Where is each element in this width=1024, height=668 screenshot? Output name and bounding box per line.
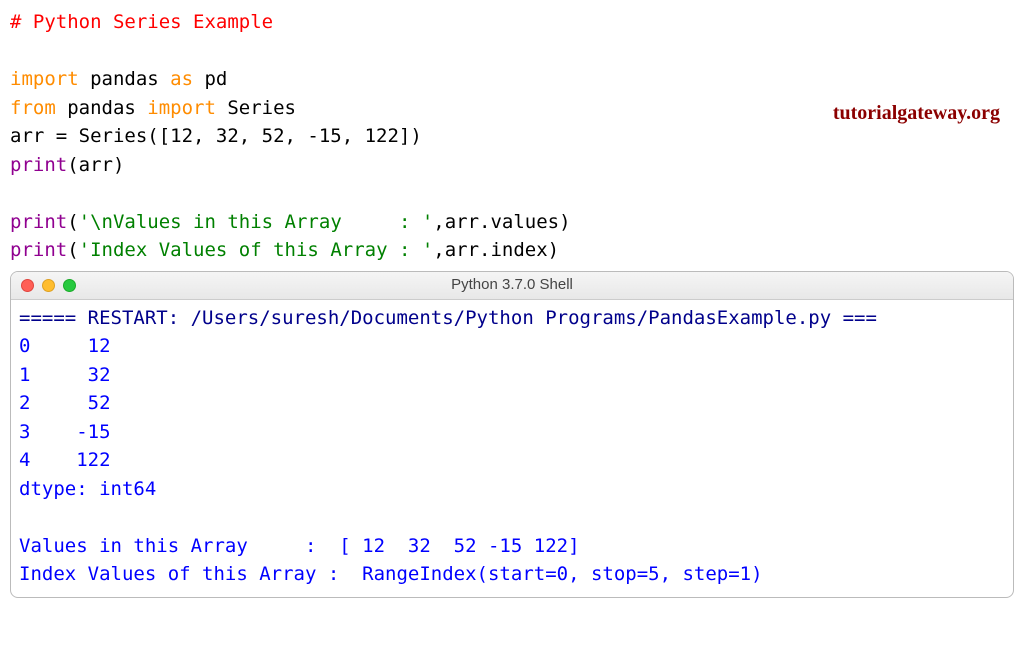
fn-print: print — [10, 154, 67, 176]
code-line-print-index: print('Index Values of this Array : ',ar… — [10, 236, 1014, 265]
blank-line — [10, 37, 1014, 66]
output-row: 2 52 — [19, 389, 1005, 418]
watermark-text: tutorialgateway.org — [833, 98, 1000, 128]
kw-as: as — [170, 68, 193, 90]
fn-print3: print — [10, 239, 67, 261]
cls-series: Series — [216, 97, 296, 119]
window-title: Python 3.7.0 Shell — [11, 274, 1013, 297]
traffic-lights — [21, 279, 76, 292]
string-literal: '\nValues in this Array : ' — [79, 211, 434, 233]
fn-print2: print — [10, 211, 67, 233]
kw-import2: import — [147, 97, 216, 119]
close-icon[interactable] — [21, 279, 34, 292]
kw-import: import — [10, 68, 79, 90]
output-row: 4 122 — [19, 446, 1005, 475]
shell-output: ===== RESTART: /Users/suresh/Documents/P… — [11, 300, 1013, 597]
restart-line: ===== RESTART: /Users/suresh/Documents/P… — [19, 304, 1005, 333]
minimize-icon[interactable] — [42, 279, 55, 292]
maximize-icon[interactable] — [63, 279, 76, 292]
code-comment: # Python Series Example — [10, 8, 1014, 37]
kw-from: from — [10, 97, 56, 119]
mod-pandas: pandas — [79, 68, 171, 90]
dtype-line: dtype: int64 — [19, 475, 1005, 504]
code-line-print-arr: print(arr) — [10, 151, 1014, 180]
code-line-print-values: print('\nValues in this Array : ',arr.va… — [10, 208, 1014, 237]
print-args: (arr) — [67, 154, 124, 176]
window-titlebar: Python 3.7.0 Shell — [11, 272, 1013, 300]
code-editor: # Python Series Example import pandas as… — [10, 8, 1014, 265]
values-output: Values in this Array : [ 12 32 52 -15 12… — [19, 532, 1005, 561]
output-row: 1 32 — [19, 361, 1005, 390]
paren-open: ( — [67, 211, 78, 233]
print-args3: ,arr.index) — [433, 239, 559, 261]
blank-line-2 — [10, 179, 1014, 208]
output-row: 0 12 — [19, 332, 1005, 361]
print-args2: ,arr.values) — [433, 211, 570, 233]
mod-pandas2: pandas — [56, 97, 148, 119]
blank-output — [19, 503, 1005, 532]
code-line-import-pd: import pandas as pd — [10, 65, 1014, 94]
paren-open2: ( — [67, 239, 78, 261]
shell-window: Python 3.7.0 Shell ===== RESTART: /Users… — [10, 271, 1014, 598]
alias-pd: pd — [193, 68, 227, 90]
string-literal2: 'Index Values of this Array : ' — [79, 239, 434, 261]
output-row: 3 -15 — [19, 418, 1005, 447]
index-output: Index Values of this Array : RangeIndex(… — [19, 560, 1005, 589]
